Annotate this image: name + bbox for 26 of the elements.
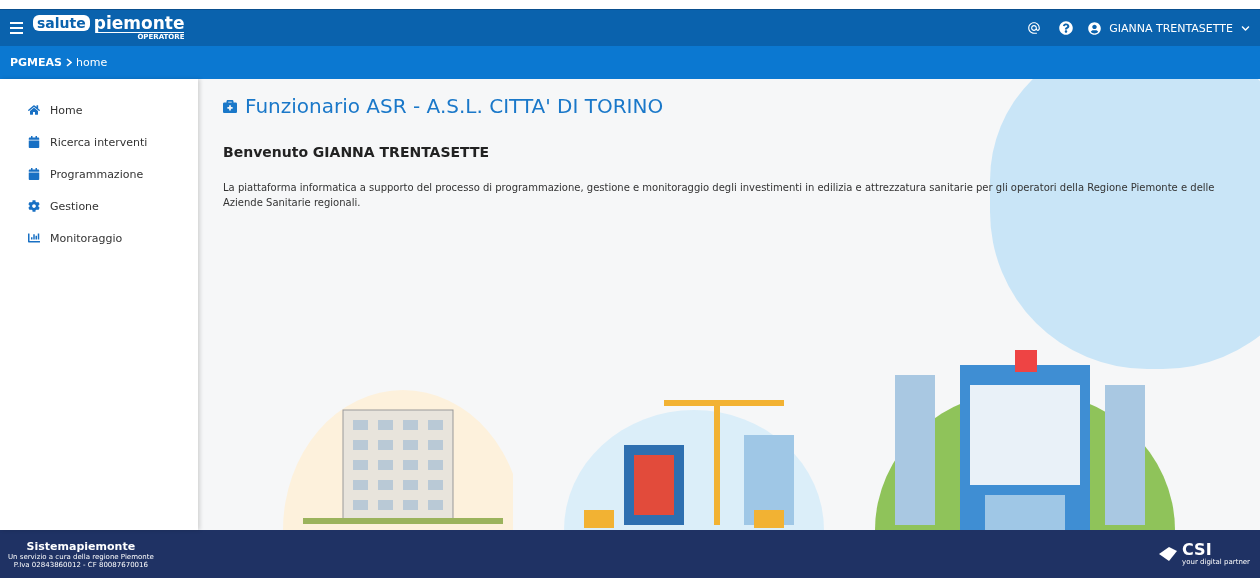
footer-title: Sistemapiemonte xyxy=(26,539,136,553)
sidebar-item[interactable]: Gestione xyxy=(0,190,198,222)
csi-logo-icon xyxy=(1157,546,1180,562)
home-icon xyxy=(28,104,40,116)
gear-icon xyxy=(28,200,40,212)
description-text: La piattaforma informatica a supporto del processo di programmazione, gestione e monitoraggio degli investimenti in edilizia e attrezzatura sanitarie per gli operatori della Regione Piemonte e delle Aziende Sanitarie regionali. xyxy=(223,181,1216,210)
page-title: Funzionario ASR - A.S.L. CITTA' DI TORINO xyxy=(223,94,1235,118)
chevron-icon xyxy=(66,58,72,67)
help-button[interactable] xyxy=(1059,21,1074,35)
partner-name: CSI xyxy=(1182,542,1212,558)
sidebar-item[interactable]: Monitoraggio xyxy=(0,222,198,254)
email-button[interactable] xyxy=(1027,21,1042,35)
breadcrumb-link[interactable]: home xyxy=(76,56,108,69)
breadcrumb-link[interactable]: PGMEAS xyxy=(10,56,62,69)
chart-icon xyxy=(28,232,40,244)
user-menu-button[interactable]: GIANNA TRENTASETTE xyxy=(1088,21,1250,35)
welcome-heading: Benvenuto GIANNA TRENTASETTE xyxy=(223,144,491,160)
sidebar-item[interactable]: Ricerca interventi xyxy=(0,126,198,158)
menu-icon[interactable] xyxy=(10,22,23,34)
sidebar-item[interactable]: Home xyxy=(0,94,198,126)
calendar-icon xyxy=(28,168,40,180)
calendar-icon xyxy=(28,136,40,148)
medical-kit-icon xyxy=(223,99,237,113)
sidebar-item[interactable]: Programmazione xyxy=(0,158,198,190)
chevron-down-icon xyxy=(1241,23,1250,33)
user-icon xyxy=(1088,21,1102,35)
